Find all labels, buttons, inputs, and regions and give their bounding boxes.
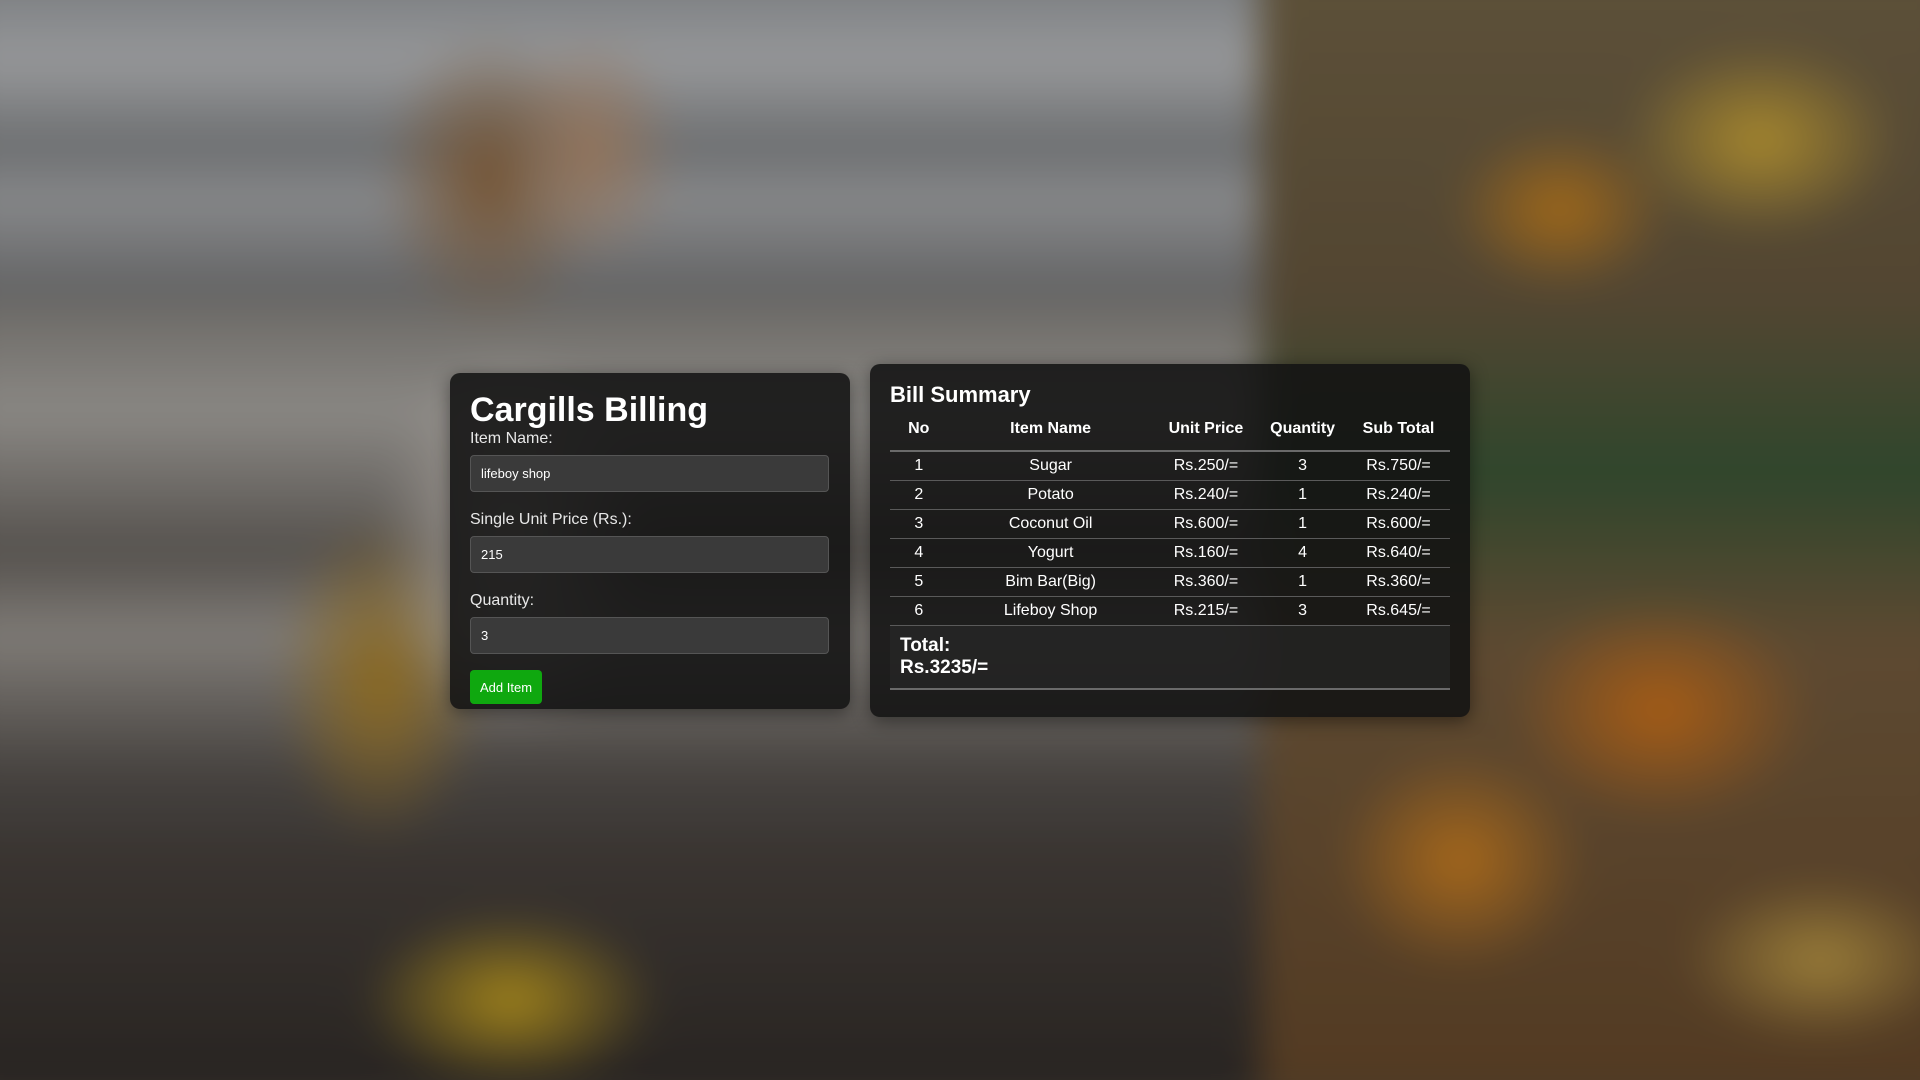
row-quantity: 3 xyxy=(1258,596,1348,626)
total-cell: Total: Rs.3235/= xyxy=(890,625,1450,690)
quantity-input[interactable] xyxy=(470,617,829,654)
item-name-label: Item Name: xyxy=(470,430,553,447)
row-unit-price: Rs.240/= xyxy=(1153,480,1259,510)
row-item-name: Potato xyxy=(947,480,1154,510)
table-row: 2 Potato Rs.240/= 1 Rs.240/= xyxy=(890,480,1450,510)
row-sub-total: Rs.645/= xyxy=(1347,596,1450,626)
row-item-name: Lifeboy Shop xyxy=(947,596,1154,626)
row-sub-total: Rs.360/= xyxy=(1347,567,1450,597)
row-unit-price: Rs.600/= xyxy=(1153,509,1259,539)
row-quantity: 1 xyxy=(1258,509,1348,539)
row-item-name: Bim Bar(Big) xyxy=(947,567,1154,597)
header-sub-total: Sub Total xyxy=(1347,414,1450,452)
row-unit-price: Rs.160/= xyxy=(1153,538,1259,568)
row-unit-price: Rs.250/= xyxy=(1153,451,1259,481)
row-quantity: 1 xyxy=(1258,480,1348,510)
row-no: 2 xyxy=(890,480,948,510)
row-item-name: Sugar xyxy=(947,451,1154,481)
table-row: 4 Yogurt Rs.160/= 4 Rs.640/= xyxy=(890,538,1450,568)
row-no: 1 xyxy=(890,451,948,481)
bill-table-header-row: No Item Name Unit Price Quantity Sub Tot… xyxy=(890,414,1450,452)
row-quantity: 3 xyxy=(1258,451,1348,481)
row-sub-total: Rs.240/= xyxy=(1347,480,1450,510)
quantity-label: Quantity: xyxy=(470,592,535,609)
bill-summary-panel: Bill Summary No Item Name Unit Price Qua… xyxy=(870,364,1470,717)
row-quantity: 4 xyxy=(1258,538,1348,568)
header-quantity: Quantity xyxy=(1258,414,1348,452)
row-unit-price: Rs.360/= xyxy=(1153,567,1259,597)
row-quantity: 1 xyxy=(1258,567,1348,597)
bill-summary-title: Bill Summary xyxy=(890,382,1031,407)
billing-title: Cargills Billing xyxy=(470,391,709,429)
row-no: 3 xyxy=(890,509,948,539)
item-name-input[interactable] xyxy=(470,455,829,492)
unit-price-label: Single Unit Price (Rs.): xyxy=(470,511,632,528)
row-no: 6 xyxy=(890,596,948,626)
row-no: 4 xyxy=(890,538,948,568)
table-row: 5 Bim Bar(Big) Rs.360/= 1 Rs.360/= xyxy=(890,567,1450,597)
header-no: No xyxy=(890,414,948,452)
row-item-name: Coconut Oil xyxy=(947,509,1154,539)
row-no: 5 xyxy=(890,567,948,597)
billing-form-panel: Cargills Billing Item Name: Single Unit … xyxy=(450,373,850,709)
bill-table: No Item Name Unit Price Quantity Sub Tot… xyxy=(890,414,1450,690)
total-row: Total: Rs.3235/= xyxy=(890,625,1450,690)
row-sub-total: Rs.600/= xyxy=(1347,509,1450,539)
add-item-button[interactable]: Add Item xyxy=(470,670,543,704)
row-item-name: Yogurt xyxy=(947,538,1154,568)
row-unit-price: Rs.215/= xyxy=(1153,596,1259,626)
unit-price-input[interactable] xyxy=(470,536,829,573)
header-item-name: Item Name xyxy=(947,414,1154,452)
table-row: 1 Sugar Rs.250/= 3 Rs.750/= xyxy=(890,451,1450,481)
table-row: 3 Coconut Oil Rs.600/= 1 Rs.600/= xyxy=(890,509,1450,539)
total-value: Rs.3235/= xyxy=(900,657,989,678)
table-row: 6 Lifeboy Shop Rs.215/= 3 Rs.645/= xyxy=(890,596,1450,626)
total-label: Total: xyxy=(900,635,951,656)
row-sub-total: Rs.640/= xyxy=(1347,538,1450,568)
row-sub-total: Rs.750/= xyxy=(1347,451,1450,481)
header-unit-price: Unit Price xyxy=(1153,414,1259,452)
